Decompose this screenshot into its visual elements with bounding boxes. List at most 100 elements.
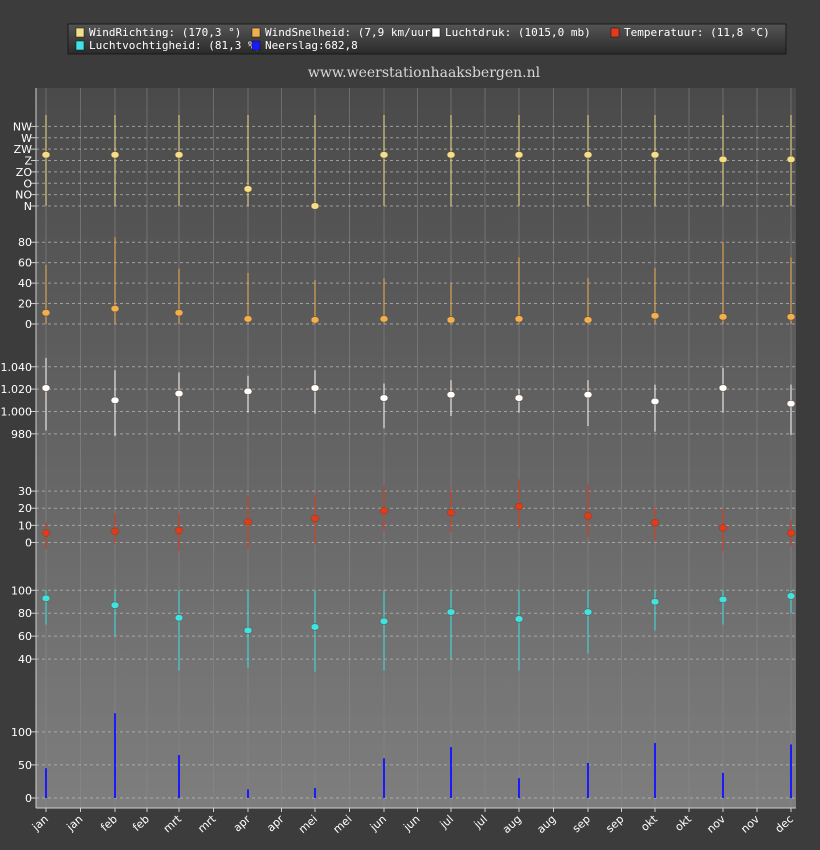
data-point [41, 384, 51, 392]
data-point [514, 394, 524, 402]
legend-swatch [75, 27, 85, 38]
x-tick-label: mei [331, 813, 355, 836]
precipitation-bar [587, 762, 589, 798]
x-tick-label: nov [704, 812, 728, 836]
x-tick-label: mrt [161, 812, 185, 835]
data-point [718, 595, 728, 604]
x-tick-label: jul [437, 813, 456, 832]
precipitation-bar [178, 755, 180, 798]
data-point [786, 155, 796, 163]
x-tick-label: feb [130, 813, 152, 834]
data-point [650, 397, 660, 405]
data-point [110, 396, 120, 404]
legend-label: WindSnelheid: (7,9 km/uur) [265, 26, 437, 39]
data-point [514, 502, 524, 511]
precipitation-bar [247, 789, 249, 798]
x-tick-label: jun [367, 813, 389, 835]
data-point [650, 519, 660, 527]
legend-swatch [431, 27, 441, 38]
x-tick-label: jan [64, 813, 86, 835]
legend: WindRichting: (170,3 °) WindSnelheid: (7,… [67, 23, 787, 55]
y-tick-label: 80 [18, 607, 32, 620]
y-tick-label: Z [24, 155, 32, 168]
data-point [379, 394, 389, 402]
legend-label: WindRichting: (170,3 °) [89, 26, 241, 39]
data-point [174, 309, 184, 317]
legend-label: Luchtvochtigheid: (81,3 %) [89, 39, 261, 52]
precipitation-bar [518, 778, 520, 798]
chart-canvas: NNOOZOZZWWNW 0 20 40 60 80 980 1.000 1.020 1.040 0… [1, 23, 796, 837]
data-point [243, 518, 253, 526]
data-point [379, 315, 389, 323]
data-point [379, 507, 389, 515]
precipitation-bar [383, 758, 385, 798]
data-point [446, 151, 456, 159]
data-point [243, 185, 253, 193]
data-point [243, 315, 253, 323]
data-point [583, 151, 593, 159]
precipitation-bar [722, 772, 724, 798]
data-point [379, 617, 389, 625]
y-tick-label: 1.000 [1, 405, 33, 418]
data-point [583, 316, 593, 324]
plot-area [36, 88, 796, 808]
data-point [41, 151, 51, 159]
data-point [310, 514, 320, 523]
x-tick-label: sep [603, 813, 626, 836]
data-point [514, 315, 524, 323]
data-point [310, 384, 320, 392]
y-tick-label: 50 [18, 759, 32, 772]
precipitation-bar [790, 744, 792, 798]
y-tick-label: 40 [18, 277, 32, 290]
y-tick-label: 40 [18, 653, 32, 666]
data-point [310, 623, 320, 631]
data-point [786, 400, 796, 408]
watermark-text: www.weerstationhaaksbergen.nl [308, 65, 541, 81]
data-point [786, 592, 796, 600]
y-tick-label: 1.040 [1, 361, 33, 374]
data-point [174, 151, 184, 159]
precipitation-bar [114, 713, 116, 798]
y-tick-label: 80 [18, 236, 32, 249]
data-point [41, 309, 51, 317]
y-tick-label: NO [15, 189, 32, 202]
data-point [379, 151, 389, 159]
data-point [718, 384, 728, 392]
precipitation-bar [314, 788, 316, 798]
y-tick-label: 0 [25, 792, 32, 805]
precipitation-bar [654, 743, 656, 798]
y-tick-label: 30 [18, 485, 32, 498]
data-point [110, 305, 120, 313]
data-point [514, 151, 524, 159]
y-tick-label: 0 [25, 318, 32, 331]
data-point [446, 316, 456, 324]
x-tick-label: jan [29, 813, 51, 835]
data-point [786, 313, 796, 321]
data-point [110, 601, 120, 609]
y-tick-label: 100 [11, 584, 32, 597]
y-tick-label: 1.020 [1, 383, 33, 396]
x-tick-label: aug [500, 813, 524, 837]
data-point [41, 529, 51, 537]
data-point [110, 151, 120, 159]
y-tick-label: 60 [18, 630, 32, 643]
y-tick-label: 0 [25, 536, 32, 549]
data-point [310, 316, 320, 324]
x-tick-label: apr [264, 812, 287, 834]
legend-label: Neerslag:682,8 [265, 39, 358, 52]
y-tick-label: 20 [18, 298, 32, 311]
x-tick-label: aug [534, 813, 558, 837]
legend-swatch [75, 40, 85, 51]
data-point [174, 390, 184, 398]
data-point [446, 608, 456, 616]
x-tick-label: okt [638, 812, 660, 834]
data-point [310, 202, 320, 210]
y-tick-label: ZW [14, 143, 33, 156]
data-point [650, 598, 660, 606]
weather-chart: N NO O ZO Z ZW W NW 0 20 40 60 80 980 1.000 1.020 1.040 0… [0, 0, 820, 850]
x-tick-label: dec [773, 813, 796, 836]
data-point [718, 313, 728, 321]
y-tick-label: 100 [11, 726, 32, 739]
x-tick-label: nov [738, 812, 762, 836]
data-point [718, 155, 728, 163]
